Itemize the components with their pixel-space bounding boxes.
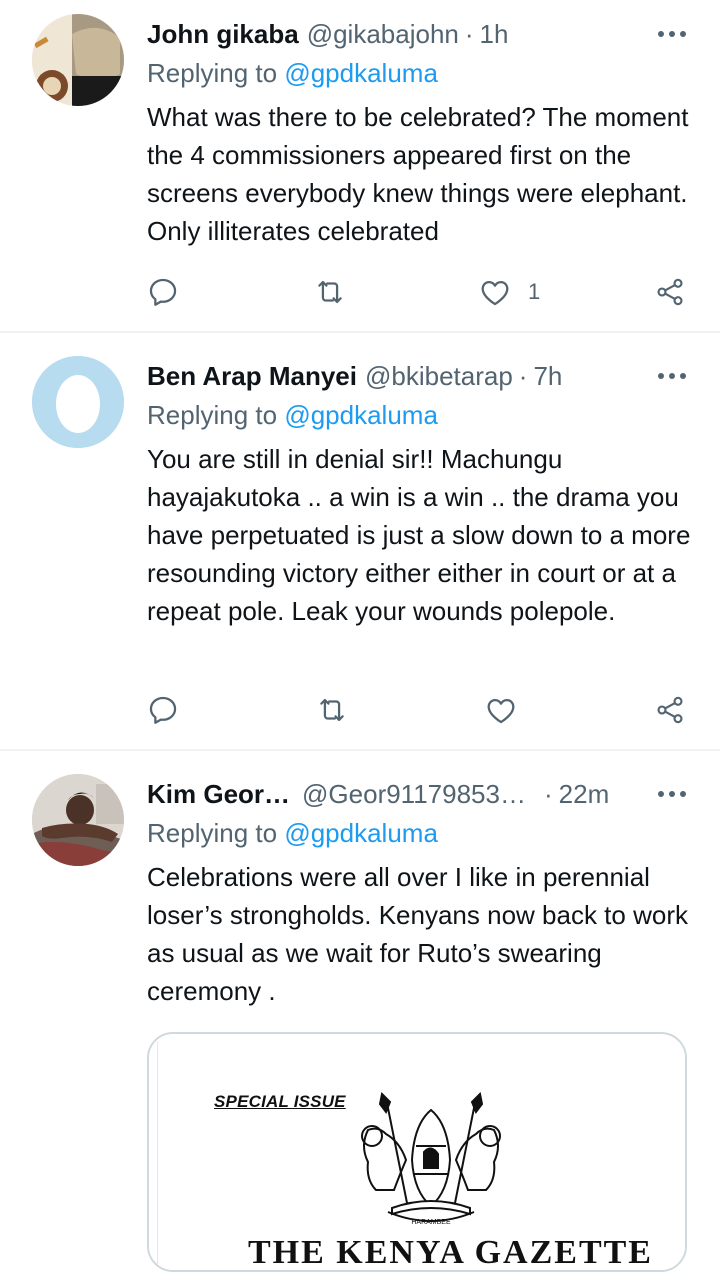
timestamp[interactable]: 22m [559, 779, 610, 810]
mention-link[interactable]: @gpdkaluma [284, 400, 438, 430]
user-handle[interactable]: @gikabajohn [307, 19, 459, 50]
user-handle[interactable]: @Geor91179853… [302, 779, 526, 810]
tweet-text: What was there to be celebrated? The mom… [147, 102, 689, 246]
replying-prefix: Replying to [147, 818, 285, 848]
tweet-1[interactable]: John gikaba @gikabajohn · 1h Replying to… [0, 0, 720, 332]
tweet-text: Celebrations were all over I like in per… [147, 862, 688, 1006]
replying-prefix: Replying to [147, 58, 285, 88]
timestamp[interactable]: 1h [480, 19, 509, 50]
timestamp[interactable]: 7h [533, 361, 562, 392]
user-handle[interactable]: @bkibetarap [365, 361, 513, 392]
reply-icon[interactable] [146, 272, 180, 312]
like-count: 1 [528, 279, 541, 304]
retweet-icon[interactable] [312, 272, 348, 312]
display-name[interactable]: Ben Arap Manyei [147, 361, 357, 392]
mention-link[interactable]: @gpdkaluma [284, 818, 438, 848]
retweet-icon[interactable] [314, 690, 350, 730]
tweet-2[interactable]: Ben Arap Manyei @bkibetarap · 7h Replyin… [0, 334, 720, 748]
replying-prefix: Replying to [147, 400, 285, 430]
share-icon[interactable] [654, 690, 686, 730]
media-card[interactable]: SPECIAL ISSUE HARAMBEE THE KENYA GAZETTE [147, 1032, 687, 1272]
more-options-icon[interactable] [654, 16, 690, 52]
heart-icon [478, 275, 512, 309]
tweet-actions [0, 690, 720, 730]
separator-dot: · [518, 360, 528, 391]
avatar[interactable] [32, 774, 124, 866]
gazette-title: THE KENYA GAZETTE [248, 1234, 653, 1271]
mention-link[interactable]: @gpdkaluma [284, 58, 438, 88]
more-options-icon[interactable] [654, 776, 690, 812]
reply-icon[interactable] [146, 690, 180, 730]
separator-dot: · [543, 778, 553, 809]
replying-to: Replying to @gpdkaluma [147, 818, 438, 849]
display-name[interactable]: John gikaba [147, 19, 299, 50]
divider [0, 331, 720, 333]
avatar[interactable] [32, 14, 124, 106]
tweet-actions: 1 [0, 272, 720, 312]
replying-to: Replying to @gpdkaluma [147, 58, 438, 89]
motto-text: HARAMBEE [411, 1219, 451, 1226]
gazette-image: SPECIAL ISSUE HARAMBEE THE KENYA GAZETTE [157, 1042, 685, 1270]
special-issue-label: SPECIAL ISSUE [214, 1092, 346, 1111]
like-button[interactable]: 1 [478, 272, 540, 312]
display-name[interactable]: Kim Geor… [147, 779, 290, 810]
coat-of-arms-icon: HARAMBEE [361, 1091, 501, 1226]
separator-dot: · [464, 18, 474, 49]
share-icon[interactable] [654, 272, 686, 312]
tweet-text: You are still in denial sir!! Machungu h… [147, 444, 691, 626]
replying-to: Replying to @gpdkaluma [147, 400, 438, 431]
more-options-icon[interactable] [654, 358, 690, 394]
heart-icon[interactable] [484, 690, 518, 730]
avatar[interactable] [32, 356, 124, 448]
divider [0, 749, 720, 751]
